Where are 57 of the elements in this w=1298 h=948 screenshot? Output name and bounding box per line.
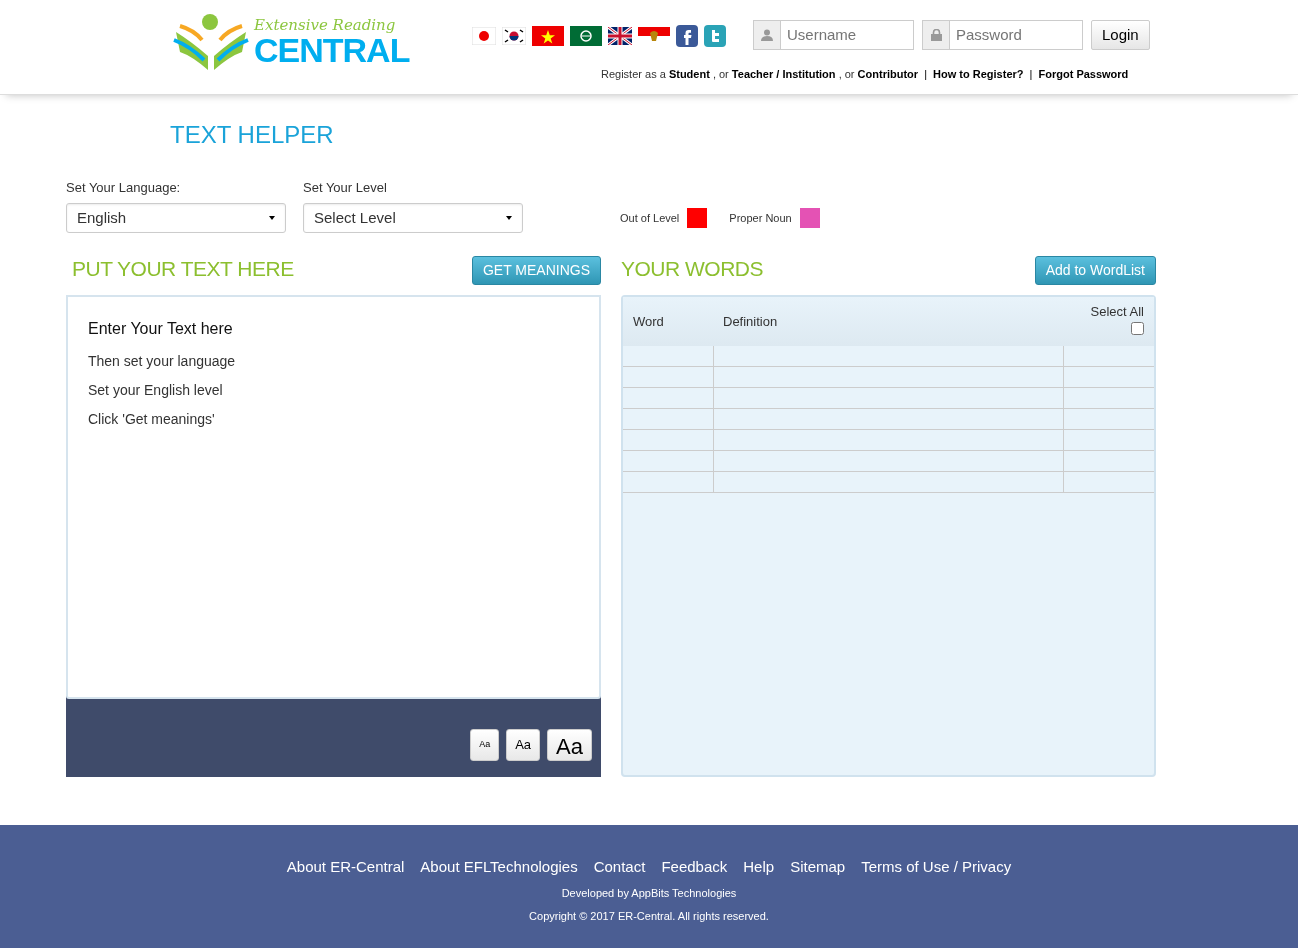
editor-heading: Enter Your Text here (88, 318, 234, 339)
column-header: Select All (1089, 302, 1144, 321)
lock-icon (930, 29, 942, 41)
register-text: , or (838, 68, 855, 80)
page-title: TEXT HELPER (170, 121, 335, 150)
register-text: , or (712, 68, 729, 80)
footer-link[interactable]: About EFLTechnologies (420, 858, 578, 875)
vietnam-flag-icon[interactable] (532, 26, 564, 46)
footer-link[interactable]: Contact (593, 858, 646, 875)
login-button[interactable]: Login (1091, 20, 1150, 50)
uk-flag-icon[interactable] (608, 27, 632, 45)
register-link[interactable]: Forgot Password (1038, 68, 1129, 80)
username-field[interactable]: Username (781, 20, 914, 50)
select-all-checkbox[interactable] (1131, 322, 1144, 336)
japan-flag-icon[interactable] (472, 27, 496, 45)
editor-line: Click 'Get meanings' (88, 409, 216, 429)
legend-label: Out of Level (620, 211, 680, 227)
font-size-large-button[interactable]: Aa (547, 728, 592, 761)
font-size-medium-button[interactable]: Aa (506, 728, 541, 761)
section-heading: YOUR WORDS (621, 256, 763, 283)
footer-link[interactable]: Terms of Use / Privacy (861, 858, 1012, 875)
font-size-small-button[interactable]: Aa (470, 728, 500, 761)
footer-link[interactable]: Sitemap (790, 858, 846, 875)
password-field[interactable]: Password (950, 20, 1083, 50)
footer-link[interactable]: About ER-Central (286, 858, 405, 875)
register-link[interactable]: Teacher / Institution (731, 68, 836, 80)
facebook-icon[interactable] (676, 25, 698, 47)
footer-link[interactable]: Help (743, 858, 775, 875)
caret-icon (269, 216, 275, 221)
register-link[interactable]: How to Register? (933, 68, 1024, 80)
logo-tagline: Extensive Reading (254, 17, 397, 33)
korea-flag-icon[interactable] (502, 27, 526, 45)
developer-credit: Developed by AppBits Technologies (560, 886, 738, 901)
user-icon (761, 29, 773, 41)
logo-wordmark: CENTRAL (254, 32, 410, 67)
separator-text: | (924, 68, 927, 80)
register-text: Register as a (601, 68, 666, 80)
register-link[interactable]: Contributor (857, 68, 919, 80)
arabic-flag-icon[interactable] (570, 26, 602, 46)
column-header: Definition (723, 313, 778, 329)
text-editor[interactable]: Enter Your Text here Then set your language Set your English level Click 'Get meanings' (66, 294, 601, 699)
editor-line: Then set your language (88, 351, 237, 371)
field-label: Set Your Language: (66, 178, 182, 197)
footer-link[interactable]: Feedback (661, 858, 728, 875)
copyright-text: Copyright © 2017 ER-Central. All rights reserved. (528, 908, 770, 924)
separator-text: | (1029, 68, 1033, 80)
caret-icon (506, 216, 512, 221)
field-label: Set Your Level (303, 178, 388, 197)
section-heading: PUT YOUR TEXT HERE (72, 256, 294, 283)
language-select[interactable]: English (66, 203, 286, 234)
editor-line: Set your English level (88, 380, 224, 400)
legend-label: Proper Noun (729, 211, 792, 227)
register-link[interactable]: Student (668, 68, 710, 80)
level-select[interactable]: Select Level (303, 203, 523, 234)
logo-icon (172, 12, 250, 72)
twitter-icon[interactable] (704, 25, 726, 47)
column-header: Word (633, 313, 664, 329)
